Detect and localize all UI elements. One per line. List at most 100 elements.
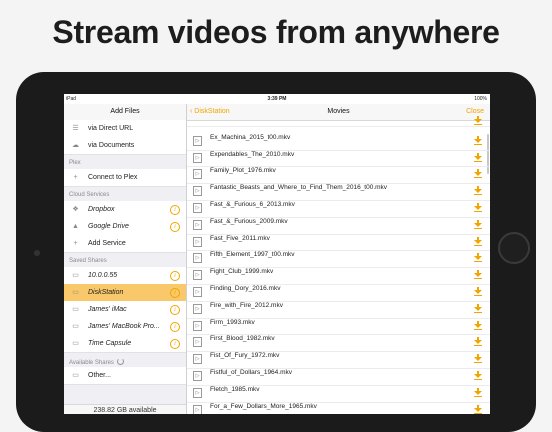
file-row[interactable]: ▷ For_a_Few_Dollars_More_1965.mkv: [187, 402, 490, 414]
home-button[interactable]: [498, 232, 530, 264]
download-icon[interactable]: [474, 169, 482, 179]
sidebar-item-label: Other...: [88, 372, 111, 379]
file-name: Firm_1993.mkv: [210, 318, 255, 326]
download-icon[interactable]: [474, 320, 482, 331]
download-icon[interactable]: [474, 116, 482, 126]
video-file-icon: ▷: [193, 270, 202, 281]
sidebar-item[interactable]: ☁ via Documents: [64, 137, 186, 155]
sidebar-item[interactable]: ▭ Time Capsule i: [64, 335, 186, 353]
file-name: Fistful_of_Dollars_1964.mkv: [210, 369, 293, 376]
video-file-icon: ▷: [193, 186, 202, 197]
file-row[interactable]: ▷ Expendables_The_2010.mkv: [187, 150, 490, 168]
info-icon[interactable]: i: [170, 305, 180, 315]
share-icon: ❖: [72, 206, 79, 213]
sidebar-item[interactable]: ▲ Google Drive i: [64, 218, 186, 236]
video-file-icon: ▷: [193, 404, 202, 414]
loading-spinner-icon: [116, 358, 124, 365]
download-icon[interactable]: [474, 287, 482, 297]
file-row[interactable]: ▷ Fast_&_Furious_6_2013.mkv: [187, 200, 490, 218]
sidebar-item[interactable]: ☰ via Direct URL: [64, 120, 186, 138]
add-files-title: Add Files: [64, 104, 186, 121]
file-name: Ex_Machina_2015_t00.mkv: [210, 133, 291, 141]
sidebar-item[interactable]: + Connect to Plex: [64, 169, 186, 187]
video-file-icon: ▷: [193, 287, 202, 297]
sidebar-item-label: Connect to Plex: [88, 174, 138, 181]
sidebar-item-label: via Documents: [88, 142, 135, 149]
download-icon[interactable]: [474, 337, 482, 347]
file-name: Fast_Five_2011.mkv: [210, 234, 270, 242]
file-name: Finding_Dory_2016.mkv: [210, 285, 281, 292]
share-icon: ▭: [72, 340, 79, 347]
info-icon[interactable]: i: [170, 322, 180, 332]
file-name: Fletch_1985.mkv: [210, 385, 260, 393]
download-icon[interactable]: [474, 354, 482, 364]
download-icon[interactable]: [474, 186, 482, 196]
file-name: For_a_Few_Dollars_More_1965.mkv: [210, 402, 317, 410]
download-icon[interactable]: [474, 236, 482, 247]
file-row[interactable]: ▷ Ex_Machina_2015_t00.mkv: [187, 133, 490, 151]
video-file-icon: ▷: [193, 203, 202, 213]
file-name: Fire_with_Fire_2012.mkv: [210, 301, 283, 309]
file-row[interactable]: ▷ Fantastic_Beasts_and_Where_to_Find_Them…: [187, 183, 490, 201]
download-icon[interactable]: [474, 219, 482, 230]
download-icon[interactable]: [474, 387, 482, 398]
section-header: Plex: [69, 160, 81, 166]
file-row[interactable]: ▷ Firm_1993.mkv: [187, 318, 490, 336]
sidebar-item[interactable]: ▭ 10.0.0.55 i: [64, 267, 186, 285]
download-icon[interactable]: [474, 203, 482, 213]
file-row[interactable]: ▷ Fletch_1985.mkv: [187, 385, 490, 403]
status-bar: iPad 3:39 PM 100%: [64, 94, 490, 104]
section-header-label: Cloud Services: [69, 192, 110, 198]
file-name: Fantastic_Beasts_and_Where_to_Find_Them_…: [210, 184, 388, 192]
info-icon[interactable]: i: [170, 339, 180, 349]
video-file-icon: ▷: [193, 303, 202, 314]
share-icon: ▭: [72, 372, 79, 379]
info-icon[interactable]: i: [170, 288, 180, 298]
file-row[interactable]: ▷ First_Blood_1982.mkv: [187, 334, 490, 353]
sidebar-item-label: James' iMac: [88, 306, 127, 313]
download-icon[interactable]: [474, 270, 482, 280]
link-icon: ☰: [72, 125, 79, 132]
headline: Stream videos from anywhere: [52, 14, 500, 50]
sidebar-item[interactable]: ▭ DiskStation i: [64, 284, 186, 302]
section-header-label: Plex: [69, 160, 81, 166]
file-name: Expendables_The_2010.mkv: [210, 150, 295, 158]
video-file-icon: ▷: [193, 169, 202, 180]
download-icon[interactable]: [474, 404, 482, 414]
battery-label: 100%: [474, 96, 487, 102]
download-icon[interactable]: [474, 371, 482, 381]
file-name: Fight_Club_1999.mkv: [210, 268, 274, 276]
file-name: Fast_&_Furious_2009.mkv: [210, 217, 288, 225]
file-row[interactable]: ▷ Fast_Five_2011.mkv: [187, 234, 490, 252]
sidebar-item[interactable]: ▭ Other...: [64, 367, 186, 385]
file-row[interactable]: ▷ Finding_Dory_2016.mkv: [187, 284, 490, 302]
file-row[interactable]: ▷ Fight_Club_1999.mkv: [187, 267, 490, 285]
info-icon[interactable]: i: [170, 222, 180, 232]
file-row[interactable]: ▷ Fistful_of_Dollars_1964.mkv: [187, 368, 490, 386]
download-icon[interactable]: [474, 152, 482, 163]
file-row[interactable]: ▷ Fire_with_Fire_2012.mkv: [187, 301, 490, 319]
video-file-icon: ▷: [193, 135, 202, 146]
info-icon[interactable]: i: [170, 205, 180, 215]
file-row[interactable]: ▷ Fifth_Element_1997_t00.mkv: [187, 250, 490, 269]
download-icon[interactable]: [474, 135, 482, 146]
file-row[interactable]: ▷ Family_Plot_1976.mkv: [187, 166, 490, 185]
sidebar-item[interactable]: ▭ James' MacBook Pro... i: [64, 318, 186, 336]
sidebar-item[interactable]: + Add Service: [64, 235, 186, 253]
section-header: Available Shares: [69, 358, 124, 366]
sidebar-item[interactable]: ❖ Dropbox i: [64, 201, 186, 219]
clock: 3:39 PM: [267, 96, 287, 102]
sidebar-item[interactable]: ▭ James' iMac i: [64, 301, 186, 319]
download-icon[interactable]: [474, 253, 482, 263]
share-icon: +: [73, 174, 78, 181]
cloud-icon: ☁: [72, 142, 79, 149]
download-icon[interactable]: [474, 303, 482, 314]
info-icon[interactable]: i: [170, 271, 180, 281]
share-icon: ▭: [72, 323, 79, 330]
file-row[interactable]: ▷ Fist_Of_Fury_1972.mkv: [187, 351, 490, 369]
file-name: Family_Plot_1976.mkv: [210, 167, 276, 175]
file-row[interactable]: ▷ Fast_&_Furious_2009.mkv: [187, 217, 490, 235]
share-icon: ▭: [72, 306, 79, 313]
file-row[interactable]: [187, 116, 490, 127]
share-icon: ▭: [72, 272, 79, 279]
